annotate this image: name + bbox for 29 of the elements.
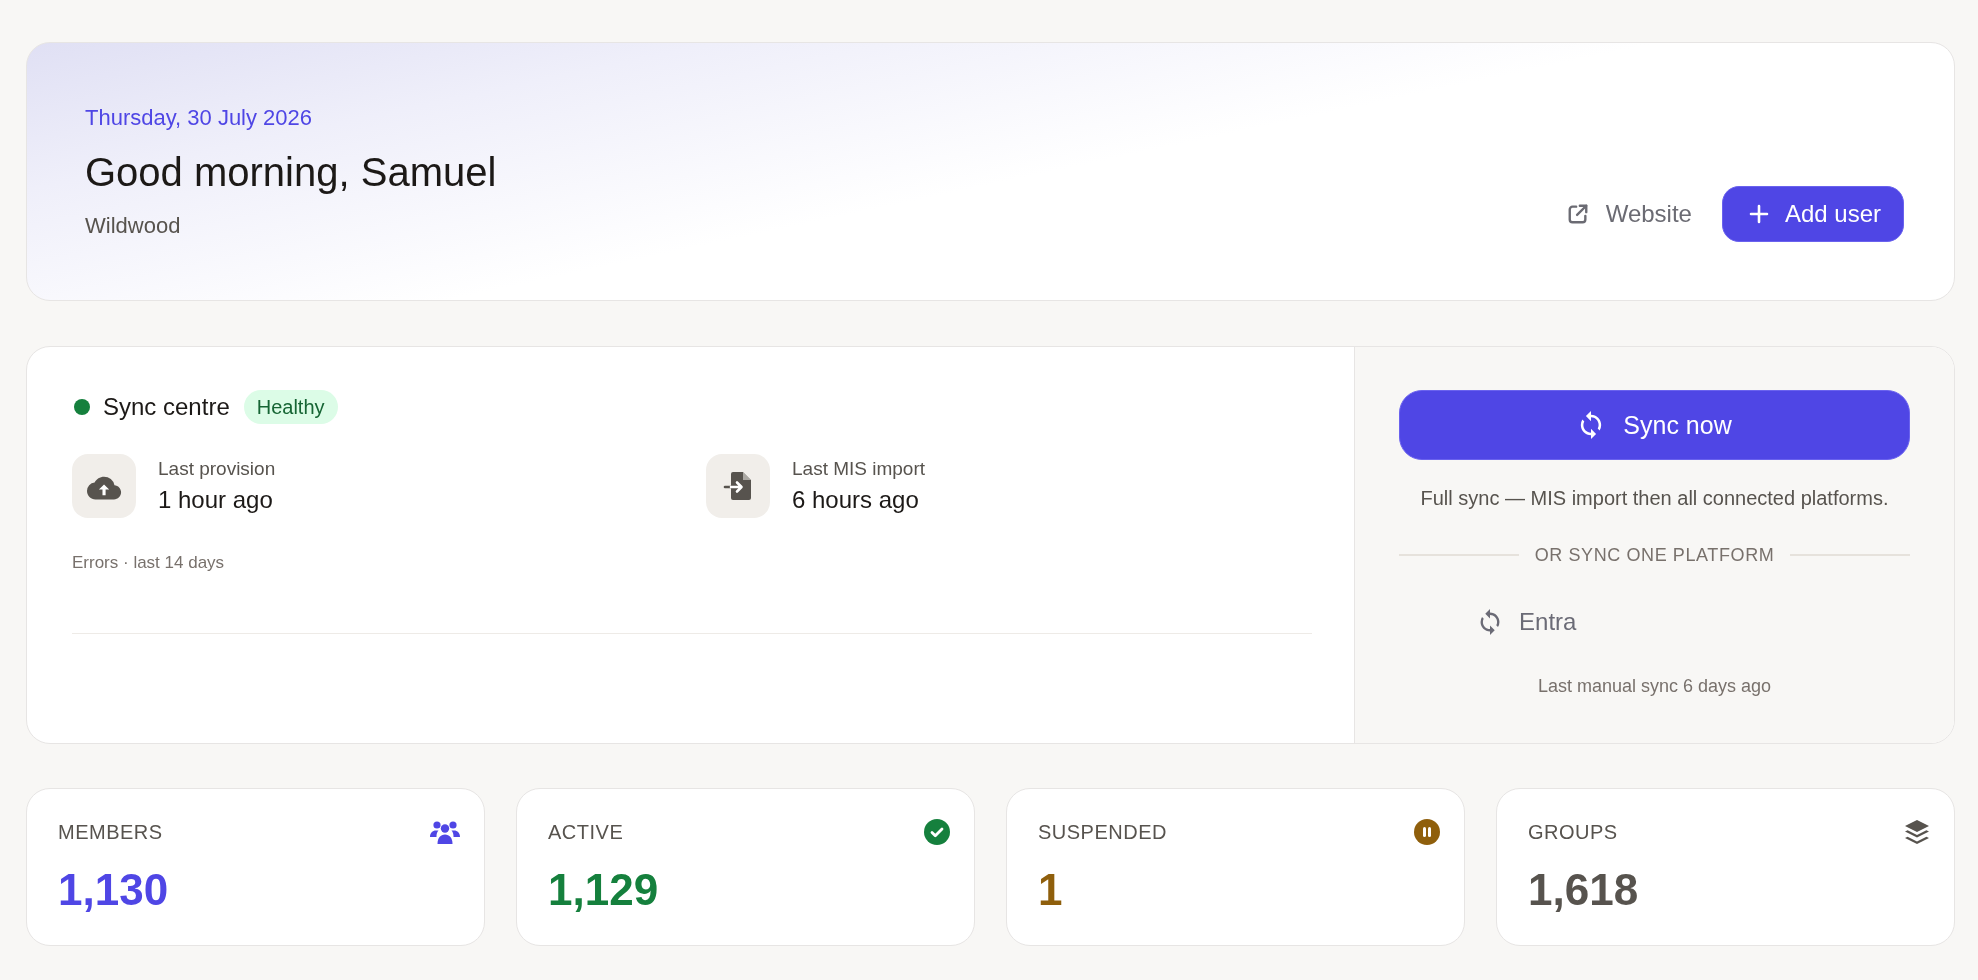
status-badge: Healthy (243, 390, 338, 424)
sync-centre-title: Sync centre (103, 393, 230, 421)
sync-now-button[interactable]: Sync now (1399, 390, 1910, 460)
greeting-heading: Good morning, Samuel (85, 148, 498, 196)
organisation-name: Wildwood (85, 211, 182, 240)
stat-value: 1,129 (548, 864, 659, 916)
stat-label: GROUPS (1528, 820, 1618, 844)
add-user-button[interactable]: Add user (1721, 186, 1904, 242)
sync-description: Full sync — MIS import then all connected platforms. (1419, 486, 1890, 511)
errors-chart-title: Errors · last 14 days (72, 552, 226, 574)
stat-value: 1,130 (58, 864, 169, 916)
stat-label: SUSPENDED (1038, 820, 1167, 844)
plus-icon (1748, 204, 1769, 224)
last-run-time: 6 hours ago (792, 485, 920, 515)
divider-label: OR SYNC ONE PLATFORM (1534, 544, 1775, 567)
last-run-label: Last provision (158, 457, 276, 481)
platform-sync-button[interactable]: Entra (1473, 600, 1581, 644)
website-link[interactable]: Website (1566, 200, 1692, 228)
stat-label: MEMBERS (58, 820, 163, 844)
date-text: Thursday, 30 July 2026 (85, 103, 314, 132)
stat-value: 1 (1038, 864, 1063, 916)
file-import-icon (706, 454, 770, 518)
last-run-label: Last MIS import (792, 457, 926, 481)
last-run-time: 1 hour ago (158, 485, 274, 515)
last-sync-note: Last manual sync 6 days ago (1536, 675, 1773, 698)
external-link-icon (1566, 203, 1589, 225)
stat-label: ACTIVE (548, 820, 624, 844)
stat-value: 1,618 (1528, 864, 1639, 916)
cloud-upload-icon (72, 454, 136, 518)
